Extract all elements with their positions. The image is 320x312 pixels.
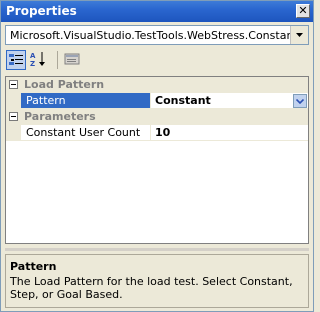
object-selector-dropdown-button[interactable] [290, 26, 308, 44]
close-button[interactable]: ✕ [296, 4, 310, 18]
property-pages-button[interactable] [63, 50, 83, 70]
chevron-down-icon [296, 33, 303, 37]
property-row-constant-user-count[interactable]: Constant User Count 10 [6, 125, 308, 141]
collapse-icon[interactable] [9, 112, 18, 121]
close-icon: ✕ [298, 4, 308, 17]
property-name[interactable]: Constant User Count [21, 125, 151, 141]
object-selector[interactable]: Microsoft.VisualStudio.TestTools.WebStre… [5, 25, 309, 45]
property-pages-icon [64, 53, 80, 65]
category-parameters[interactable]: Parameters [6, 109, 308, 125]
alphabetical-button[interactable]: A Z [29, 50, 49, 70]
property-value[interactable]: 10 [151, 125, 308, 141]
categorized-button[interactable] [6, 50, 26, 70]
category-label: Load Pattern [24, 78, 105, 91]
description-title: Pattern [10, 260, 57, 273]
properties-window: Properties ✕ Microsoft.VisualStudio.Test… [0, 0, 314, 312]
title-bar[interactable]: Properties ✕ [1, 1, 313, 22]
sort-az-icon: A Z [30, 52, 45, 68]
toolbar-separator [57, 51, 58, 69]
row-gutter [6, 125, 21, 141]
svg-text:Z: Z [30, 60, 35, 68]
description-panel: Pattern The Load Pattern for the load te… [5, 254, 309, 308]
value-dropdown-button[interactable] [293, 94, 307, 108]
svg-text:A: A [30, 52, 36, 60]
window-title: Properties [6, 4, 77, 18]
property-name[interactable]: Pattern [21, 93, 151, 109]
object-selector-value: Microsoft.VisualStudio.TestTools.WebStre… [10, 29, 290, 42]
categorized-icon [9, 54, 23, 65]
property-row-pattern[interactable]: Pattern Constant [6, 93, 308, 109]
row-gutter [6, 93, 21, 109]
property-value[interactable]: Constant [151, 93, 308, 109]
property-grid: Load Pattern Pattern Constant Parameters… [5, 76, 309, 244]
description-text: The Load Pattern for the load test. Sele… [10, 275, 293, 301]
description-splitter[interactable] [5, 248, 309, 251]
property-value-text: Constant [155, 94, 211, 107]
category-load-pattern[interactable]: Load Pattern [6, 77, 308, 93]
chevron-down-icon [296, 98, 304, 104]
properties-toolbar: A Z [5, 48, 309, 72]
category-label: Parameters [24, 110, 96, 123]
collapse-icon[interactable] [9, 80, 18, 89]
